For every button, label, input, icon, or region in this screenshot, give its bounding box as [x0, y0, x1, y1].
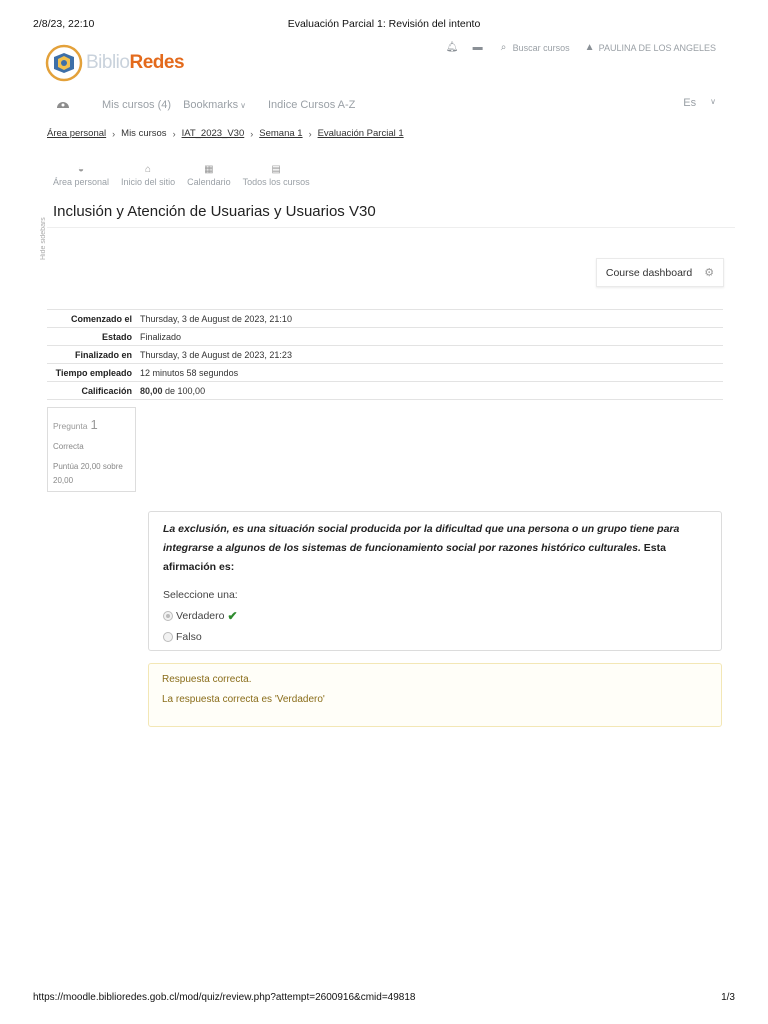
question-label: Pregunta [53, 421, 88, 431]
course-dashboard-button[interactable]: Course dashboard ⚙ [596, 258, 724, 287]
quick-calendario-label: Calendario [187, 177, 231, 187]
breadcrumb-separator-icon: › [308, 128, 312, 139]
book-icon: ▤ [271, 164, 281, 175]
table-row: Comenzado el Thursday, 3 de August de 20… [47, 309, 723, 328]
answer-prompt: Seleccione una: [163, 589, 238, 601]
quick-inicio-label: Inicio del sitio [121, 177, 176, 187]
grade-total: de 100,00 [162, 385, 206, 396]
hide-sidebars-toggle[interactable]: Hide sidebars [40, 200, 52, 260]
breadcrumb-separator-icon: › [112, 128, 116, 139]
breadcrumb-quiz[interactable]: Evaluación Parcial 1 [318, 128, 404, 139]
chevron-down-icon: ∨ [240, 100, 246, 110]
breadcrumb-mis-cursos: Mis cursos [121, 128, 167, 139]
summary-key: Estado [47, 327, 136, 346]
menu-bookmarks[interactable]: Bookmarks ∨ [183, 99, 246, 111]
dashboard-icon: ◒ [78, 164, 85, 175]
feedback-result: Respuesta correcta. [162, 674, 252, 685]
answer-option-verdadero[interactable]: Verdadero ✔ [163, 609, 707, 623]
quick-nav: ◒ Área personal ⌂ Inicio del sitio ▦ Cal… [47, 164, 316, 187]
quick-todos-cursos-label: Todos los cursos [242, 177, 310, 187]
print-page-number: 1/3 [721, 992, 735, 1003]
option-label: Verdadero [176, 610, 225, 622]
question-number: 1 [90, 417, 98, 432]
feedback-correct-answer: La respuesta correcta es 'Verdadero' [162, 694, 325, 705]
summary-value: Finalizado [136, 327, 723, 346]
summary-key: Finalizado en [47, 345, 136, 364]
checkmark-icon: ✔ [227, 609, 238, 623]
logo-emblem-icon [45, 44, 83, 82]
radio-unselected[interactable] [163, 632, 173, 642]
breadcrumb-course[interactable]: IAT_2023_V30 [182, 128, 245, 139]
table-row: Finalizado en Thursday, 3 de August de 2… [47, 345, 723, 364]
print-url: https://moodle.biblioredes.gob.cl/mod/qu… [33, 992, 416, 1003]
page-title: Inclusión y Atención de Usuarias y Usuar… [53, 203, 376, 220]
user-icon: ▲ [584, 42, 595, 53]
main-menu: Mis cursos (4) Bookmarks ∨ Indice Cursos … [56, 97, 355, 112]
quick-calendario[interactable]: ▦ Calendario [181, 164, 237, 187]
quick-area-personal-label: Área personal [53, 177, 110, 187]
search-courses-link[interactable]: ⌕ Buscar cursos [498, 42, 570, 53]
breadcrumb-week[interactable]: Semana 1 [259, 128, 302, 139]
chat-icon[interactable]: ▬ [472, 42, 484, 53]
question-content: La exclusión, es una situación social pr… [148, 511, 722, 651]
menu-mis-cursos[interactable]: Mis cursos (4) [102, 99, 173, 111]
radio-selected[interactable] [163, 611, 173, 621]
dashboard-icon[interactable] [56, 97, 70, 112]
quick-todos-cursos[interactable]: ▤ Todos los cursos [237, 164, 316, 187]
gear-icon: ⚙ [704, 267, 715, 279]
home-icon: ⌂ [145, 164, 152, 175]
answer-option-falso[interactable]: Falso [163, 631, 707, 643]
site-logo[interactable]: BiblioRedes [44, 43, 185, 83]
breadcrumb-area-personal[interactable]: Área personal [47, 128, 106, 139]
table-row: Tiempo empleado 12 minutos 58 segundos [47, 363, 723, 382]
feedback-box: Respuesta correcta. La respuesta correct… [148, 663, 722, 727]
question-mark: Puntúa 20,00 sobre 20,00 [53, 462, 123, 485]
logo-text-redes: Redes [129, 52, 185, 73]
summary-key: Calificación [47, 381, 136, 400]
search-icon: ⌕ [500, 42, 507, 53]
logo-text-biblio: Biblio [86, 52, 130, 73]
calendar-icon: ▦ [204, 164, 214, 175]
question-info: Pregunta 1 Correcta Puntúa 20,00 sobre 20… [47, 407, 136, 492]
print-title: Evaluación Parcial 1: Revisión del inten… [287, 18, 481, 30]
attempt-summary-table: Comenzado el Thursday, 3 de August de 20… [47, 309, 723, 400]
summary-value: 80,00 de 100,00 [136, 381, 723, 400]
grade-score: 80,00 [140, 385, 163, 396]
chevron-down-icon: ∨ [710, 97, 716, 106]
summary-key: Comenzado el [47, 309, 136, 328]
quick-inicio[interactable]: ⌂ Inicio del sitio [115, 164, 181, 187]
summary-value: 12 minutos 58 segundos [136, 363, 723, 382]
breadcrumb-separator-icon: › [172, 128, 176, 139]
language-selector[interactable]: Es ∨ [683, 97, 716, 109]
table-row: Estado Finalizado [47, 327, 723, 346]
summary-key: Tiempo empleado [47, 363, 136, 382]
divider [47, 227, 735, 228]
course-dashboard-label: Course dashboard [605, 266, 693, 279]
question-state: Correcta [53, 442, 84, 451]
question-text-italic: La exclusión, es una situación social pr… [163, 523, 680, 554]
user-menu[interactable]: ▲ PAULINA DE LOS ANGELES [584, 42, 716, 53]
breadcrumb: Área personal › Mis cursos › IAT_2023_V3… [47, 128, 404, 139]
breadcrumb-separator-icon: › [250, 128, 254, 139]
question-text: La exclusión, es una situación social pr… [163, 520, 707, 577]
language-label: Es [683, 97, 697, 109]
option-label: Falso [176, 631, 202, 643]
user-name: PAULINA DE LOS ANGELES [598, 42, 716, 53]
summary-value: Thursday, 3 de August de 2023, 21:10 [136, 309, 723, 328]
summary-value: Thursday, 3 de August de 2023, 21:23 [136, 345, 723, 364]
search-courses-label: Buscar cursos [512, 42, 570, 53]
bell-icon[interactable]: 🔔︎ [446, 42, 459, 53]
table-row: Calificación 80,00 de 100,00 [47, 381, 723, 400]
quick-area-personal[interactable]: ◒ Área personal [47, 164, 115, 187]
menu-indice-cursos[interactable]: Indice Cursos A-Z [268, 99, 355, 111]
user-nav: 🔔︎ ▬ ⌕ Buscar cursos ▲ PAULINA DE LOS AN… [446, 42, 716, 53]
